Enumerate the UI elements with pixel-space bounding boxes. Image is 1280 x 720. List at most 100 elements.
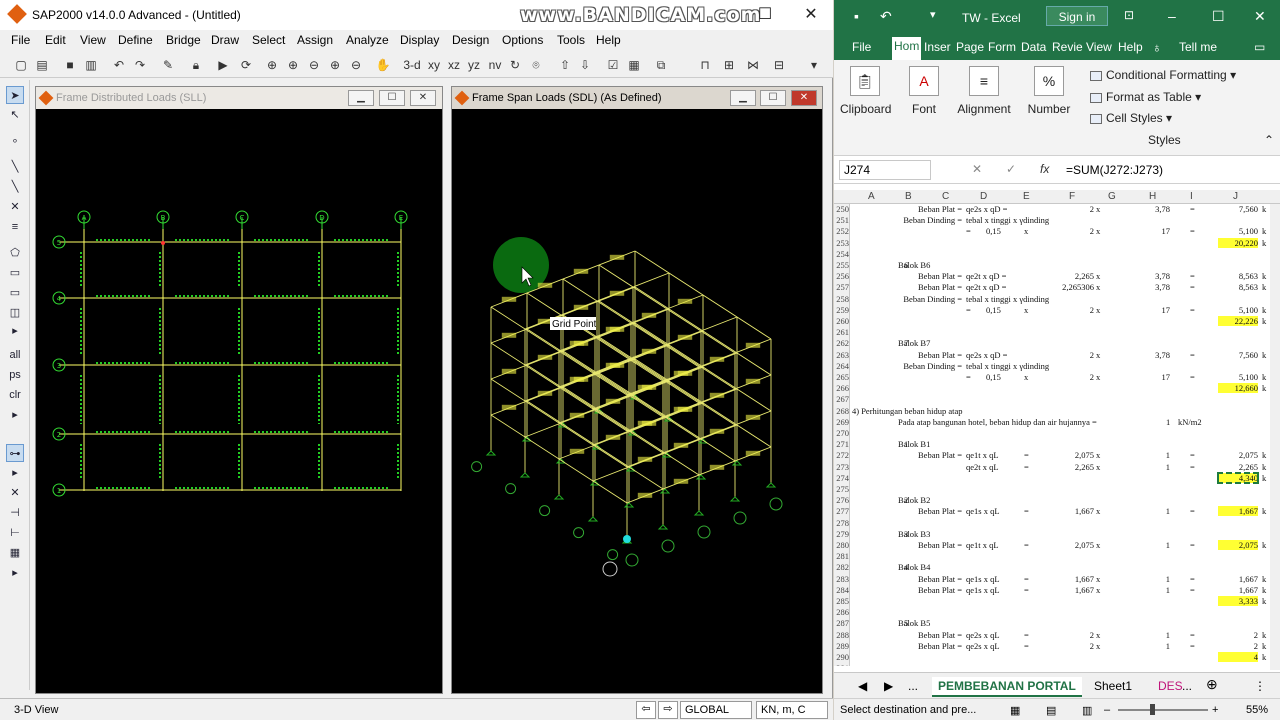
table-row[interactable]: 283 Beban Plat = qe1s x qL = 1,667 x 1 = 1,667 k (834, 573, 1270, 585)
cell-unit-overflow[interactable]: k (1262, 226, 1266, 236)
cell-h[interactable]: 3,78 (1130, 271, 1170, 281)
units-select[interactable]: KN, m, C (756, 701, 828, 719)
cell-d[interactable]: 0,15 (986, 372, 1001, 382)
row-number[interactable]: 286 (834, 607, 850, 619)
column-header-f[interactable]: F (1069, 191, 1075, 202)
cell-i[interactable]: kN/m2 (1178, 417, 1202, 427)
excel-maximize-icon[interactable]: ☐ (1212, 8, 1225, 25)
row-number[interactable]: 291 (834, 663, 850, 666)
row-number[interactable]: 276 (834, 495, 850, 507)
cell-c[interactable]: qe1s x qL (966, 585, 1000, 595)
menu-file[interactable]: File (11, 33, 30, 47)
table-row[interactable]: 277 Beban Plat = qe1s x qL = 1,667 x 1 = 1,667 k (834, 506, 1270, 518)
row-number[interactable]: 262 (834, 338, 850, 350)
row-number[interactable]: 281 (834, 551, 850, 563)
table-row[interactable]: 270 (834, 428, 1270, 440)
zoom-out-icon[interactable]: ⊖ (305, 56, 323, 74)
table-row[interactable]: 271 1 Balok B1 (834, 439, 1270, 451)
pan-icon[interactable]: ✋ (374, 56, 392, 74)
cell-b[interactable]: Balok B4 (898, 562, 930, 572)
cell-g[interactable]: x (1096, 350, 1100, 360)
cell-f[interactable]: 2,075 (1030, 450, 1094, 460)
tab-home[interactable]: Hom (892, 37, 922, 60)
table-row[interactable]: 273 qe2t x qL = 2,265 x 1 = 2,265 k (834, 461, 1270, 473)
row-number[interactable]: 254 (834, 248, 850, 260)
menu-bridge[interactable]: Bridge (166, 33, 201, 47)
cell-j[interactable]: 5,100 (1218, 226, 1258, 236)
cell-j[interactable]: 2,265 (1218, 462, 1258, 472)
cell-c[interactable]: qe1s x qL (966, 574, 1000, 584)
table-row[interactable]: 258 Beban Dinding = tebal x tinggi x γdind… (834, 293, 1270, 305)
row-number[interactable]: 275 (834, 484, 850, 496)
cell-i[interactable]: = (1190, 226, 1195, 236)
right-pane-minimize-icon[interactable]: ▁ (730, 90, 756, 106)
cell-b[interactable]: Beban Plat = (874, 450, 964, 460)
row-number[interactable]: 285 (834, 596, 850, 608)
draw-poly-area-icon[interactable]: ⬠ (6, 244, 24, 262)
row-number[interactable]: 267 (834, 394, 850, 406)
cell-e[interactable]: = (1024, 641, 1029, 651)
cell-c[interactable]: qe1s x qL (966, 506, 1000, 516)
draw-rect-area-icon[interactable]: ▭ (6, 264, 24, 282)
cell-c[interactable]: qe2t x qD = (966, 271, 1006, 281)
menu-draw[interactable]: Draw (211, 33, 239, 47)
menu-options[interactable]: Options (502, 33, 543, 47)
tab-formulas[interactable]: Form (988, 40, 1016, 54)
table-row[interactable]: 274 4,340 k (834, 472, 1270, 484)
cell-g[interactable]: x (1096, 450, 1100, 460)
table-row[interactable]: 265 = 0,15 x 2 x 17 = 5,100 k (834, 372, 1270, 384)
snap-icon[interactable]: ⊞ (720, 56, 738, 74)
row-number[interactable]: 269 (834, 416, 850, 428)
cell-unit-overflow[interactable]: k (1262, 316, 1266, 326)
table-row[interactable]: 255 6 Balok B6 (834, 260, 1270, 272)
font-group[interactable]: A Font (906, 66, 942, 116)
draw-line-tool-icon[interactable]: ╲ (6, 158, 24, 176)
snap-intersect-icon[interactable]: ✕ (6, 484, 24, 502)
table-row[interactable]: 284 Beban Plat = qe1s x qL = 1,667 x 1 = 1,667 k (834, 584, 1270, 596)
tab-help[interactable]: Help (1118, 40, 1143, 54)
row-number[interactable]: 290 (834, 652, 850, 664)
cell-g[interactable]: x (1096, 271, 1100, 281)
page-layout-view-icon[interactable]: ▤ (1046, 704, 1056, 717)
print-icon[interactable]: ▥ (82, 56, 100, 74)
view-yz-button[interactable]: yz (465, 56, 483, 74)
row-number[interactable]: 277 (834, 506, 850, 518)
cell-c[interactable]: tebal x tinggi x γdinding (966, 294, 1049, 304)
table-row[interactable]: 260 22,226 k (834, 316, 1270, 328)
cell-i[interactable]: = (1190, 450, 1195, 460)
cell-c[interactable]: qe2s x qD = (966, 204, 1007, 214)
zoom-out-minus-icon[interactable]: – (1104, 704, 1110, 716)
cell-i[interactable]: = (1190, 282, 1195, 292)
up-arrow-icon[interactable]: ⇧ (556, 56, 574, 74)
cell-c[interactable]: = (966, 226, 971, 236)
table-row[interactable]: 254 (834, 248, 1270, 260)
menu-assign[interactable]: Assign (297, 33, 333, 47)
open-folder-icon[interactable]: ▤ (33, 56, 51, 74)
column-header-e[interactable]: E (1023, 191, 1030, 202)
column-header-a[interactable]: A (868, 191, 875, 202)
cell-h[interactable]: 1 (1130, 574, 1170, 584)
enter-formula-icon[interactable]: ✓ (1006, 162, 1016, 176)
expand-arrow-3-icon[interactable]: ▸ (6, 464, 24, 482)
draw-frame-tool-icon[interactable]: ╲ (6, 178, 24, 196)
cell-i[interactable]: = (1190, 350, 1195, 360)
cell-unit-overflow[interactable]: k (1262, 506, 1266, 516)
cell-b[interactable]: Beban Plat = (874, 540, 964, 550)
table-row[interactable]: 279 3 Balok B3 (834, 528, 1270, 540)
menu-select[interactable]: Select (252, 33, 285, 47)
table-row[interactable]: 280 Beban Plat = qe1t x qL = 2,075 x 1 = 2,075 k (834, 540, 1270, 552)
excel-save-icon[interactable]: ▪ (854, 8, 859, 24)
reshape-icon[interactable]: ↖ (6, 106, 24, 124)
menu-display[interactable]: Display (400, 33, 439, 47)
cell-c[interactable]: qe1t x qL (966, 450, 999, 460)
collapse-ribbon-icon[interactable]: ⌃ (1264, 133, 1274, 147)
draw-cable-icon[interactable]: ≡ (6, 218, 24, 236)
cell-unit-overflow[interactable]: k (1262, 350, 1266, 360)
excel-undo-icon[interactable]: ↶ (880, 8, 892, 25)
cell-i[interactable]: = (1190, 540, 1195, 550)
cell-e[interactable]: = (1024, 630, 1029, 640)
table-row[interactable]: 253 20,220 k (834, 237, 1270, 249)
cell-b[interactable]: Balok B1 (898, 439, 930, 449)
pointer-icon[interactable]: ➤ (6, 86, 24, 104)
prev-arrow-icon[interactable]: ⇦ (636, 701, 656, 719)
